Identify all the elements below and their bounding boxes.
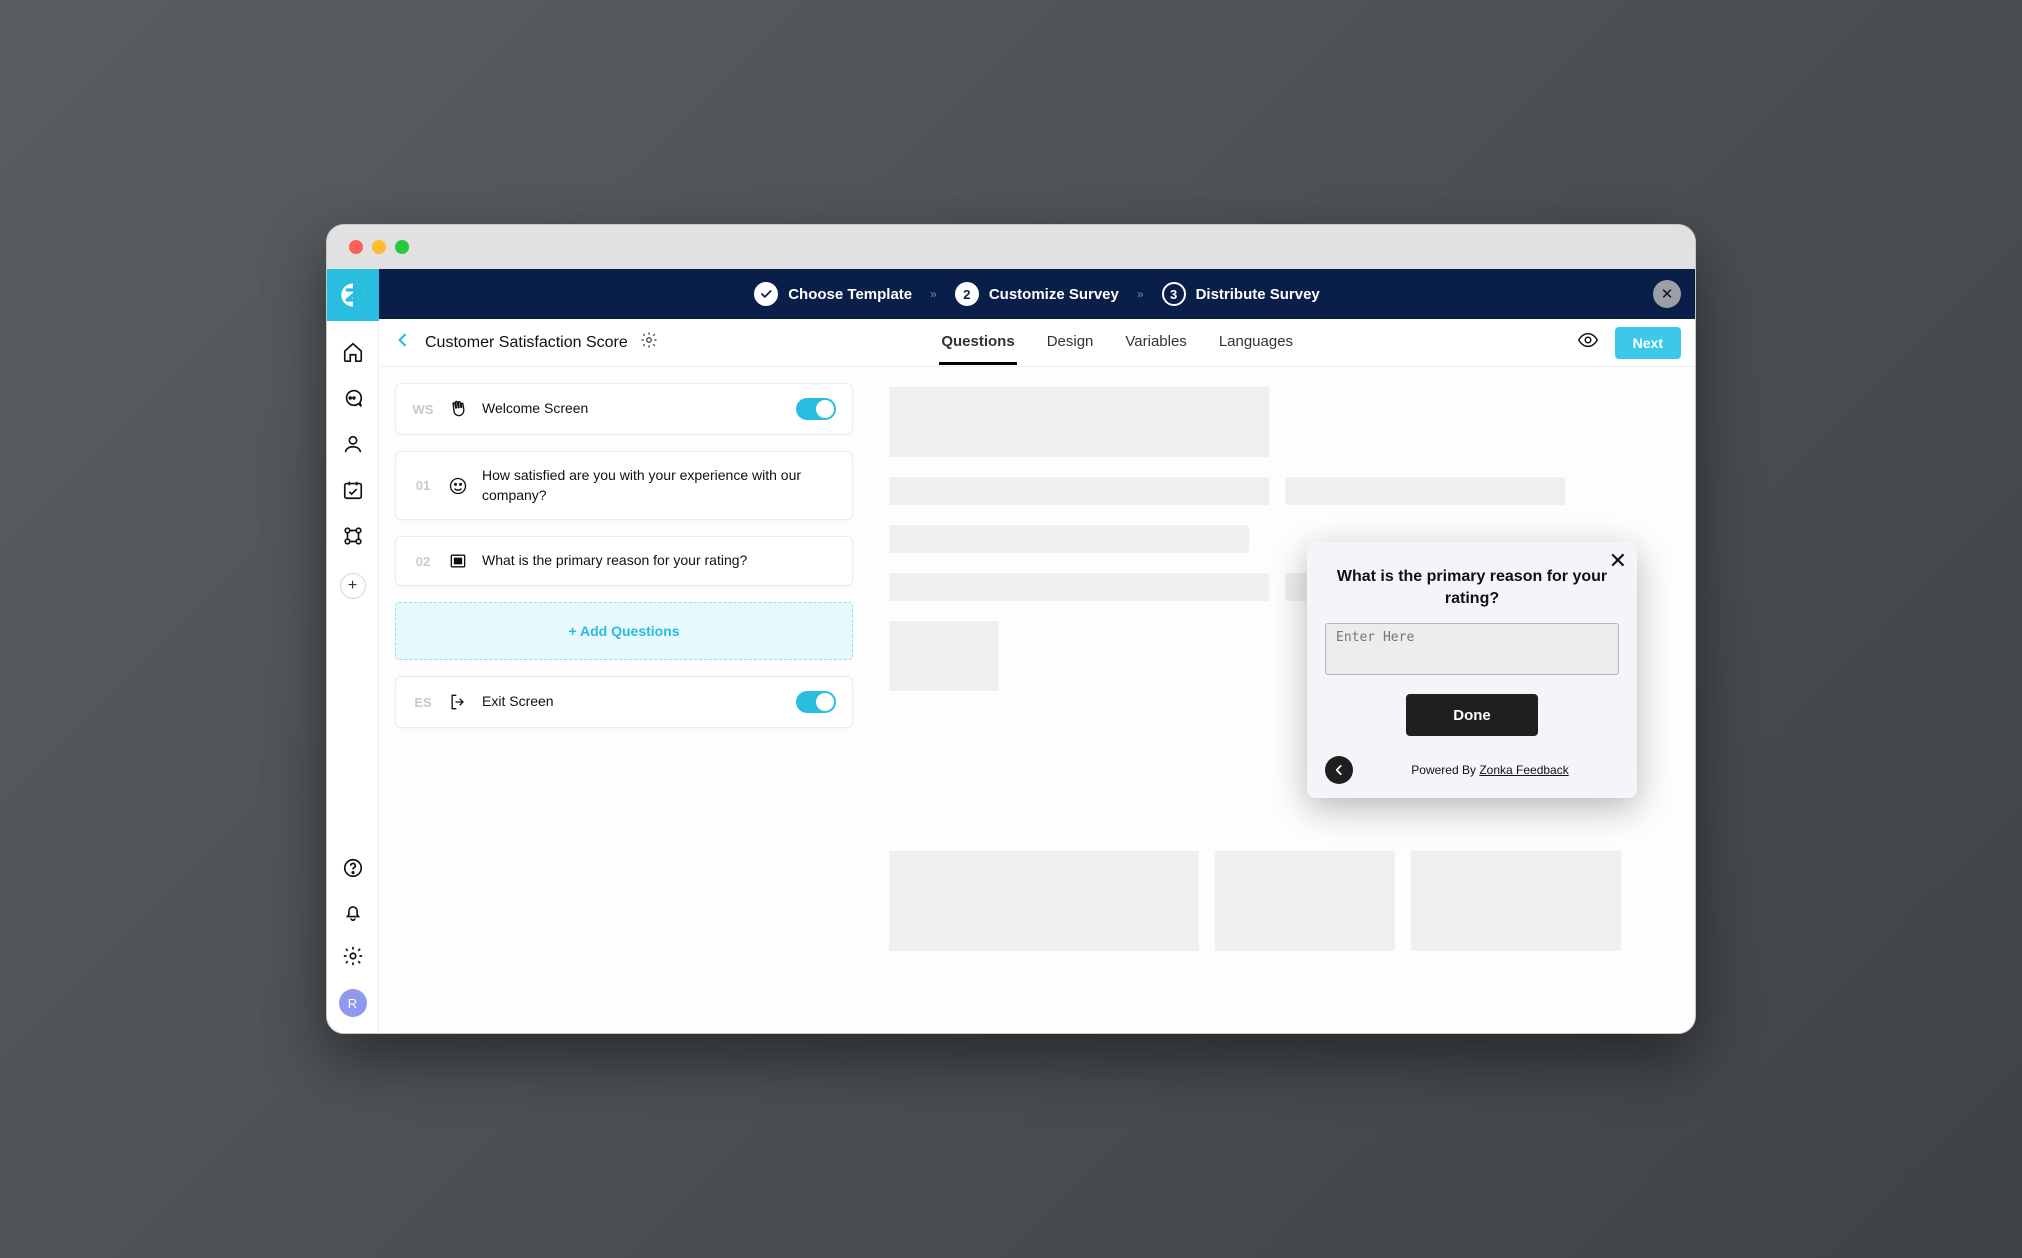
welcome-toggle[interactable]: [796, 398, 836, 420]
skeleton-block: [1215, 851, 1395, 951]
wizard-step-3[interactable]: 3 Distribute Survey: [1162, 282, 1320, 306]
window-maximize-icon[interactable]: [395, 240, 409, 254]
add-questions-button[interactable]: + Add Questions: [395, 602, 853, 660]
wizard-step-1[interactable]: Choose Template: [754, 282, 912, 306]
wizard-step-2[interactable]: 2 Customize Survey: [955, 282, 1119, 306]
workflow-icon[interactable]: [342, 525, 364, 547]
wizard-step-label: Distribute Survey: [1196, 286, 1320, 303]
home-icon[interactable]: [342, 341, 364, 363]
chevron-right-icon: »: [1137, 287, 1144, 301]
back-button[interactable]: [393, 330, 413, 355]
question-text: How satisfied are you with your experien…: [482, 466, 836, 505]
card-tag: ES: [412, 695, 434, 710]
survey-header: Customer Satisfaction Score Questions De…: [379, 319, 1695, 367]
popup-done-button[interactable]: Done: [1406, 694, 1538, 736]
wizard-stepper: Choose Template » 2 Customize Survey » 3…: [379, 269, 1695, 319]
card-number: 01: [412, 478, 434, 493]
skeleton-block: [889, 477, 1269, 505]
wizard-step-number: 2: [955, 282, 979, 306]
window-close-icon[interactable]: [349, 240, 363, 254]
popup-question-title: What is the primary reason for your rati…: [1325, 558, 1619, 623]
exit-screen-card[interactable]: ES Exit Screen: [395, 676, 853, 728]
question-card-2[interactable]: 02 What is the primary reason for your r…: [395, 536, 853, 586]
wizard-step-label: Choose Template: [788, 286, 912, 303]
skeleton-block: [889, 573, 1269, 601]
wave-icon: [448, 399, 468, 419]
user-avatar[interactable]: R: [339, 989, 367, 1017]
exit-icon: [448, 692, 468, 712]
main-column: Choose Template » 2 Customize Survey » 3…: [379, 269, 1695, 1033]
text-box-icon: [448, 551, 468, 571]
settings-icon[interactable]: [342, 945, 364, 967]
card-label: Welcome Screen: [482, 399, 782, 419]
help-icon[interactable]: [342, 857, 364, 879]
question-card-1[interactable]: 01 How satisfied are you with your exper…: [395, 451, 853, 520]
wizard-step-label: Customize Survey: [989, 286, 1119, 303]
question-list-panel: WS Welcome Screen 01 How satisfied are y…: [379, 367, 869, 1033]
tab-languages[interactable]: Languages: [1217, 321, 1295, 365]
sidebar-add-button[interactable]: +: [340, 573, 366, 599]
powered-by-label: Powered By Zonka Feedback: [1361, 763, 1619, 777]
preview-area: ✕ What is the primary reason for your ra…: [869, 367, 1695, 1033]
skeleton-block: [889, 851, 1199, 951]
card-number: 02: [412, 554, 434, 569]
app-root: + R Choose Template » 2 Customize Survey: [327, 269, 1695, 1033]
exit-toggle[interactable]: [796, 691, 836, 713]
preview-icon[interactable]: [1577, 329, 1599, 356]
survey-title: Customer Satisfaction Score: [425, 334, 628, 352]
close-wizard-button[interactable]: ✕: [1653, 280, 1681, 308]
tab-variables[interactable]: Variables: [1123, 321, 1188, 365]
tab-questions[interactable]: Questions: [939, 321, 1016, 365]
chat-icon[interactable]: [342, 387, 364, 409]
mac-window: + R Choose Template » 2 Customize Survey: [326, 224, 1696, 1034]
skeleton-block: [1285, 477, 1565, 505]
window-minimize-icon[interactable]: [372, 240, 386, 254]
skeleton-block: [889, 525, 1249, 553]
skeleton-block: [889, 387, 1269, 457]
close-popup-button[interactable]: ✕: [1609, 548, 1627, 574]
question-text: What is the primary reason for your rati…: [482, 551, 836, 571]
tab-design[interactable]: Design: [1045, 321, 1096, 365]
card-tag: WS: [412, 402, 434, 417]
smiley-icon: [448, 476, 468, 496]
popup-back-button[interactable]: [1325, 756, 1353, 784]
powered-by-link[interactable]: Zonka Feedback: [1479, 763, 1568, 777]
user-icon[interactable]: [342, 433, 364, 455]
card-label: Exit Screen: [482, 692, 782, 712]
next-button[interactable]: Next: [1615, 327, 1681, 359]
survey-settings-icon[interactable]: [640, 331, 658, 354]
wizard-step-number: 3: [1162, 282, 1186, 306]
bell-icon[interactable]: [342, 901, 364, 923]
popup-text-input[interactable]: [1325, 623, 1619, 675]
window-traffic-lights: [327, 225, 1695, 269]
skeleton-block: [889, 621, 999, 691]
check-icon: [754, 282, 778, 306]
editor-body: WS Welcome Screen 01 How satisfied are y…: [379, 367, 1695, 1033]
survey-preview-popup: ✕ What is the primary reason for your ra…: [1307, 542, 1637, 798]
skeleton-block: [1411, 851, 1621, 951]
header-tabs: Questions Design Variables Languages: [939, 321, 1295, 365]
calendar-check-icon[interactable]: [342, 479, 364, 501]
sidebar: + R: [327, 269, 379, 1033]
welcome-screen-card[interactable]: WS Welcome Screen: [395, 383, 853, 435]
chevron-right-icon: »: [930, 287, 937, 301]
app-logo[interactable]: [327, 269, 379, 321]
